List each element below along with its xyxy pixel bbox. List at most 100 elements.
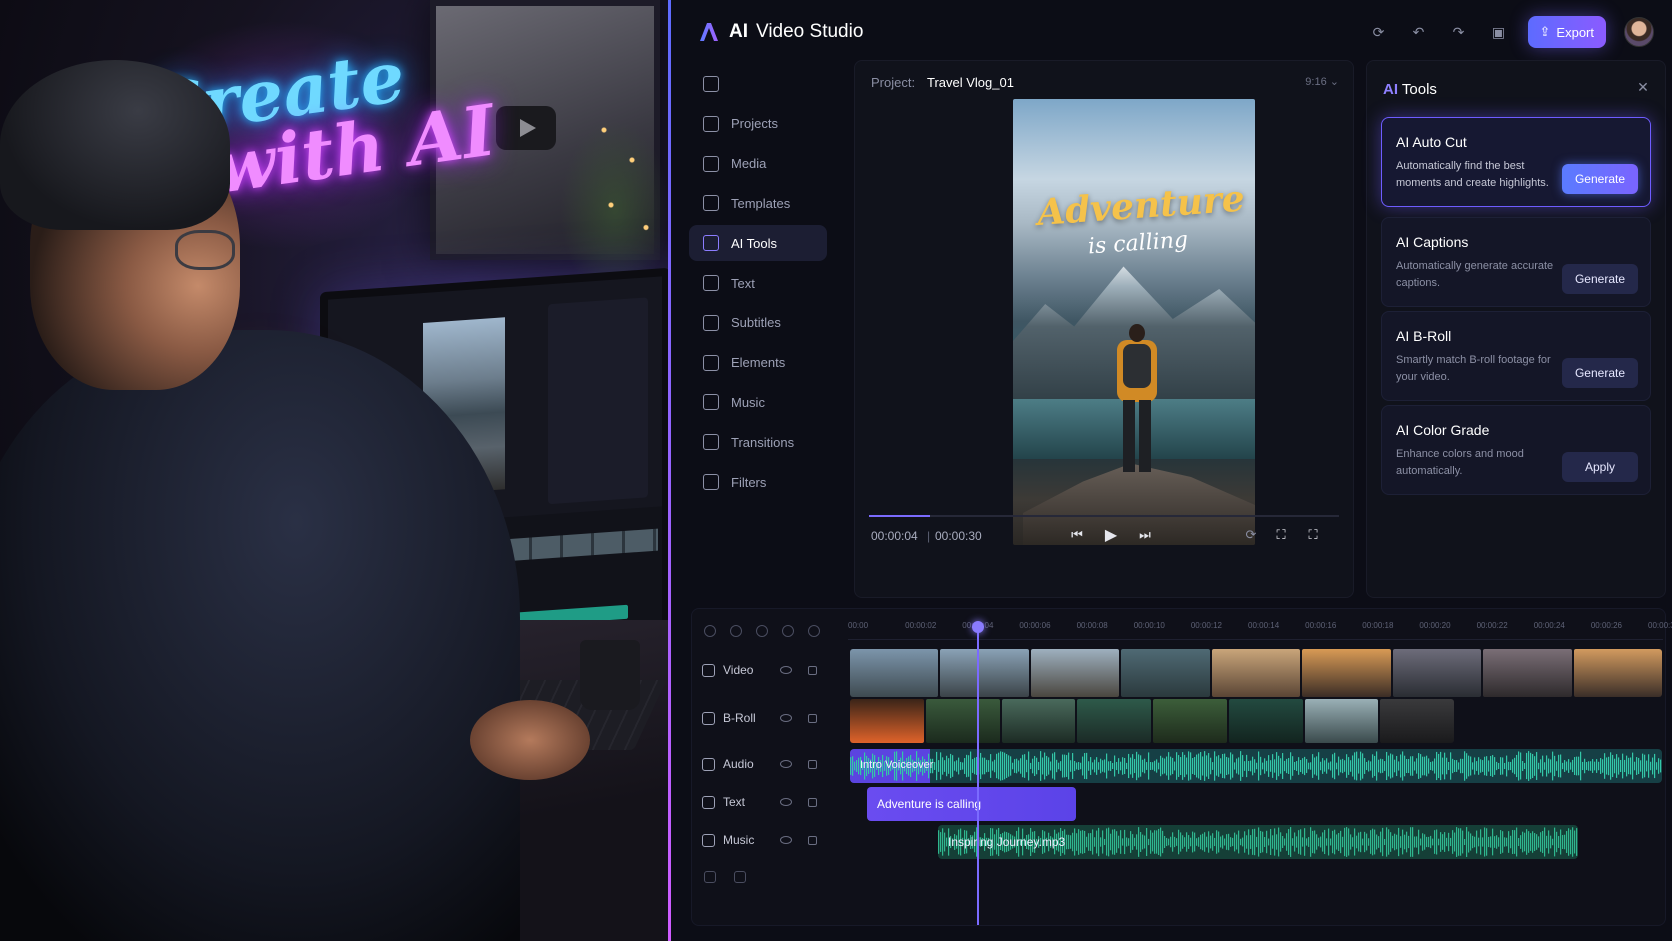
sidebar-item-label: Text xyxy=(731,275,755,291)
tool-action-button[interactable]: Generate xyxy=(1562,264,1638,294)
tool-desc: Automatically generate accurate captions… xyxy=(1396,260,1554,289)
settings-icon[interactable] xyxy=(808,625,820,637)
sidebar-item-home[interactable] xyxy=(689,66,827,102)
lock-icon[interactable] xyxy=(808,665,817,675)
add-track-icon[interactable] xyxy=(704,871,716,883)
ruler-tick-label: 00:00:22 xyxy=(1476,621,1508,630)
broll-clip-strip[interactable] xyxy=(850,699,1454,743)
sidebar-item-label: AI Tools xyxy=(731,235,778,251)
magnet-icon[interactable] xyxy=(730,625,742,637)
aspect-ratio-value: 9:16 xyxy=(1305,76,1327,88)
tool-name: AI B-Roll xyxy=(1396,328,1452,344)
refresh-icon[interactable]: ⟳ xyxy=(1368,21,1390,43)
fit-screen-icon[interactable]: ⛶ xyxy=(1269,523,1293,547)
sidebar-item-transitions[interactable]: Transitions xyxy=(689,424,827,460)
track-label-video[interactable]: Video xyxy=(702,663,832,677)
save-icon[interactable]: ▣ xyxy=(1488,21,1510,43)
hiker-pack xyxy=(1123,344,1151,388)
sidebar-item-text[interactable]: Text xyxy=(689,265,827,301)
track-label-text[interactable]: Text xyxy=(702,795,832,809)
time-separator: | xyxy=(927,529,931,543)
ruler-tick-label: 00:00:24 xyxy=(1533,621,1565,630)
video-thumb xyxy=(940,649,1029,697)
sidebar-item-projects[interactable]: Projects xyxy=(689,106,827,142)
track-label-b-roll[interactable]: B-Roll xyxy=(702,711,832,725)
video-thumb xyxy=(1302,649,1391,697)
time-ruler[interactable]: 00:0000:00:0200:00:0400:00:0600:00:0800:… xyxy=(848,617,1672,639)
play-button-plaque-icon xyxy=(496,106,556,150)
top-actions: ⟳ ↶ ↷ ▣ ⇪ Export xyxy=(1368,16,1654,48)
audio-clip[interactable]: Intro Voiceover xyxy=(850,749,1662,783)
text-clip[interactable]: Adventure is calling xyxy=(867,787,1076,821)
eye-icon[interactable] xyxy=(780,836,792,844)
video-thumb xyxy=(1392,649,1482,697)
sidebar-item-label: Subtitles xyxy=(731,315,781,331)
sidebar-item-elements[interactable]: Elements xyxy=(689,345,827,381)
sidebar-item-ai-tools[interactable]: AI Tools xyxy=(689,225,827,262)
lock-icon[interactable] xyxy=(808,835,817,845)
lock-icon[interactable] xyxy=(808,797,817,807)
mug xyxy=(580,640,640,710)
avatar[interactable] xyxy=(1624,17,1654,47)
time-current: 00:00:04 xyxy=(871,529,918,543)
glasses xyxy=(175,230,235,270)
broll-thumb xyxy=(1001,699,1076,743)
audio-clip-label: Intro Voiceover xyxy=(860,759,934,771)
redo-icon[interactable]: ↷ xyxy=(1448,21,1470,43)
eye-icon[interactable] xyxy=(780,714,792,722)
ai-title-rest: Tools xyxy=(1401,81,1437,98)
lock-icon[interactable] xyxy=(808,759,817,769)
ruler-tick-label: 00:00:18 xyxy=(1362,621,1394,630)
playhead[interactable] xyxy=(972,621,984,925)
loop-icon[interactable]: ⟳ xyxy=(1239,523,1263,547)
timeline-tools xyxy=(704,625,820,637)
link-icon[interactable] xyxy=(734,871,746,883)
track-name: Music xyxy=(723,833,755,847)
tool-action-button[interactable]: Generate xyxy=(1562,358,1638,388)
timeline-bottom-tools xyxy=(704,871,746,883)
eye-icon[interactable] xyxy=(780,798,792,806)
eye-icon[interactable] xyxy=(780,666,792,674)
ai-tool-card: AI B-Roll Smartly match B-roll footage fo… xyxy=(1381,311,1651,401)
tool-action-button[interactable]: Generate xyxy=(1562,164,1638,194)
track-name: Text xyxy=(723,795,746,809)
close-icon[interactable]: ✕ xyxy=(1633,77,1653,97)
hand xyxy=(470,700,590,780)
export-icon: ⇪ xyxy=(1539,24,1551,39)
undo-icon[interactable]: ↶ xyxy=(1408,21,1430,43)
sidebar-item-filters[interactable]: Filters xyxy=(689,464,827,500)
sidebar-item-music[interactable]: Music xyxy=(689,384,827,420)
lock-icon[interactable] xyxy=(808,713,817,723)
music-clip[interactable]: Inspiring Journey.mp3 xyxy=(938,825,1578,859)
scrubber-fill xyxy=(869,515,931,517)
track-label-music[interactable]: Music xyxy=(702,833,832,847)
sidebar-item-templates[interactable]: Templates xyxy=(689,185,827,221)
template-icon xyxy=(703,195,719,212)
eye-icon[interactable] xyxy=(780,760,792,768)
creator-photo: Create with AI xyxy=(0,0,670,941)
cut-icon[interactable] xyxy=(756,625,768,637)
video-thumb xyxy=(1030,649,1120,697)
filters-icon xyxy=(703,474,719,490)
tool-name: AI Captions xyxy=(1396,234,1469,250)
skip-forward-icon[interactable]: ⏭ xyxy=(1133,523,1157,547)
skip-back-icon[interactable]: ⏮ xyxy=(1065,523,1089,547)
preview-scrubber[interactable] xyxy=(869,515,1339,517)
aspect-ratio-select[interactable]: 9:16 ⌄ xyxy=(1305,75,1339,88)
video-canvas[interactable]: Adventure is calling xyxy=(1013,99,1255,545)
split-icon[interactable] xyxy=(704,625,716,637)
ruler-tick-label: 00:00:20 xyxy=(1419,621,1451,630)
video-clip-strip[interactable] xyxy=(850,649,1662,697)
fullscreen-icon[interactable]: ⛶ xyxy=(1301,523,1325,547)
ai-tools-panel: AI Tools ✕ AI Auto Cut Automatically find… xyxy=(1366,60,1666,598)
sidebar-item-subtitles[interactable]: Subtitles xyxy=(689,305,827,341)
broll-thumb xyxy=(850,699,924,743)
music-icon xyxy=(703,394,719,411)
sidebar-item-media[interactable]: Media xyxy=(689,146,827,182)
tool-action-button[interactable]: Apply xyxy=(1562,452,1638,482)
track-label-audio[interactable]: Audio xyxy=(702,757,832,771)
zoom-icon[interactable] xyxy=(782,625,794,637)
export-button[interactable]: ⇪ Export xyxy=(1527,16,1606,48)
video-thumb xyxy=(1573,649,1662,697)
play-icon[interactable]: ▶ xyxy=(1099,523,1123,547)
